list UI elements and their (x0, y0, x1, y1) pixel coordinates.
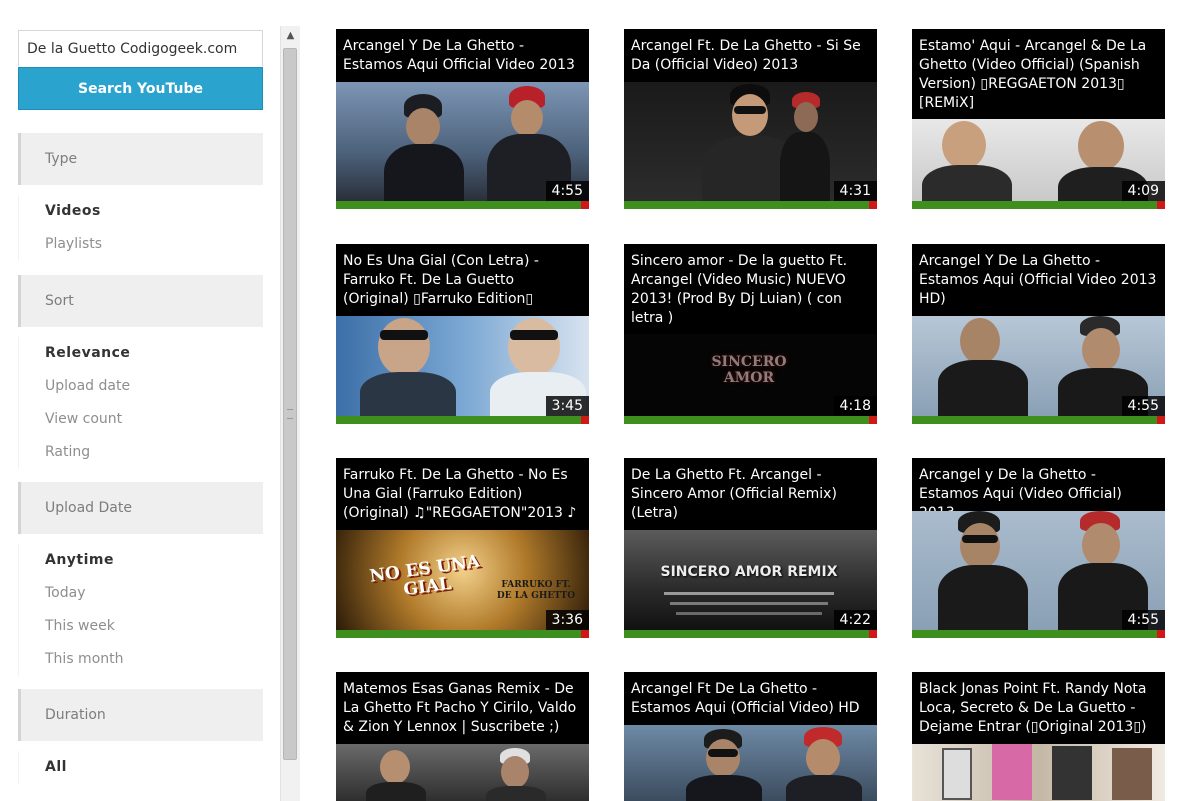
filter-header-sort: Sort (18, 275, 263, 327)
progress-bar-end (581, 416, 589, 424)
thumbnail-poster-text: NO ES UNA GIAL (368, 551, 482, 601)
filter-group-sort: Sort Relevance Upload date View count Ra… (18, 275, 263, 477)
progress-bar (624, 630, 877, 638)
thumbnail-poster-text: SINCERO AMOR (711, 354, 787, 386)
video-card[interactable]: Estamo' Aqui - Arcangel & De La Ghetto (… (912, 29, 1165, 209)
video-title: Estamo' Aqui - Arcangel & De La Ghetto (… (919, 38, 1147, 111)
video-title: Arcangel Ft De La Ghetto - Estamos Aqui … (631, 681, 860, 716)
filter-option-rating[interactable]: Rating (18, 436, 263, 469)
progress-bar-end (1157, 630, 1165, 638)
thumbnail-figure (1112, 748, 1152, 800)
thumbnail-poster-text: SINCERO AMOR REMIX (660, 564, 838, 580)
video-card[interactable]: Arcangel Y De La Ghetto - Estamos Aqui (… (912, 244, 1165, 424)
thumbnail-figure (1052, 746, 1092, 800)
video-thumbnail (912, 744, 1165, 801)
video-title: Arcangel Y De La Ghetto - Estamos Aqui O… (343, 38, 575, 73)
thumbnail-lyric-line (670, 602, 828, 605)
video-duration: 4:55 (1121, 396, 1165, 416)
filter-option-view-count[interactable]: View count (18, 403, 263, 436)
progress-bar-end (869, 630, 877, 638)
video-card[interactable]: No Es Una Gial (Con Letra) - Farruko Ft.… (336, 244, 589, 424)
video-card[interactable]: Sincero amor - De la guetto Ft. Arcangel… (624, 244, 877, 424)
scrollbar-grip-icon (287, 409, 293, 419)
video-card[interactable]: Arcangel Ft. De La Ghetto - Si Se Da (Of… (624, 29, 877, 209)
progress-bar (912, 630, 1165, 638)
video-title: Arcangel Y De La Ghetto - Estamos Aqui (… (919, 253, 1157, 307)
progress-bar (624, 416, 877, 424)
filter-option-this-week[interactable]: This week (18, 610, 263, 643)
progress-bar-end (1157, 416, 1165, 424)
progress-bar-end (1157, 201, 1165, 209)
progress-bar-end (581, 201, 589, 209)
video-duration: 4:09 (1121, 181, 1165, 201)
thumbnail-poster-subtext: FARRUKO FT. DE LA GHETTO (496, 580, 576, 601)
video-card[interactable]: Arcangel Ft De La Ghetto - Estamos Aqui … (624, 672, 877, 801)
video-thumbnail (336, 744, 589, 801)
video-duration: 4:31 (833, 181, 877, 201)
video-title: Matemos Esas Ganas Remix - De La Ghetto … (343, 681, 577, 735)
video-title: Sincero amor - De la guetto Ft. Arcangel… (631, 253, 848, 326)
thumbnail-lyric-line (676, 612, 822, 615)
video-duration: 3:45 (545, 396, 589, 416)
filter-header-duration: Duration (18, 689, 263, 741)
video-title: Black Jonas Point Ft. Randy Nota Loca, S… (919, 681, 1147, 735)
video-card[interactable]: Matemos Esas Ganas Remix - De La Ghetto … (336, 672, 589, 801)
search-input[interactable] (18, 30, 263, 66)
scroll-up-arrow-icon[interactable]: ▲ (281, 26, 300, 44)
filter-option-all[interactable]: All (18, 751, 263, 784)
progress-bar (336, 201, 589, 209)
filter-option-relevance[interactable]: Relevance (18, 337, 263, 370)
filter-option-videos[interactable]: Videos (18, 195, 263, 228)
video-duration: 4:18 (833, 396, 877, 416)
video-title: De La Ghetto Ft. Arcangel - Sincero Amor… (631, 467, 837, 521)
filter-group-type: Type Videos Playlists (18, 133, 263, 269)
thumbnail-figure (942, 748, 972, 800)
video-duration: 4:55 (545, 181, 589, 201)
scrollbar-thumb[interactable] (283, 48, 297, 760)
filter-option-today[interactable]: Today (18, 577, 263, 610)
video-title: Farruko Ft. De La Ghetto - No Es Una Gia… (343, 467, 577, 521)
video-title: No Es Una Gial (Con Letra) - Farruko Ft.… (343, 253, 539, 307)
progress-bar (912, 416, 1165, 424)
filter-option-anytime[interactable]: Anytime (18, 544, 263, 577)
progress-bar (624, 201, 877, 209)
progress-bar (336, 630, 589, 638)
filter-option-playlists[interactable]: Playlists (18, 228, 263, 261)
filter-group-duration: Duration All (18, 689, 263, 792)
video-duration: 3:36 (545, 610, 589, 630)
filter-option-this-month[interactable]: This month (18, 643, 263, 676)
video-thumbnail (624, 725, 877, 801)
sidebar-scrollbar[interactable]: ▲ (280, 26, 300, 801)
video-card[interactable]: Arcangel Y De La Ghetto - Estamos Aqui O… (336, 29, 589, 209)
thumbnail-lyric-line (664, 592, 834, 595)
search-youtube-button[interactable]: Search YouTube (18, 67, 263, 110)
video-card[interactable]: Farruko Ft. De La Ghetto - No Es Una Gia… (336, 458, 589, 638)
video-title: Arcangel Ft. De La Ghetto - Si Se Da (Of… (631, 38, 861, 73)
progress-bar (912, 201, 1165, 209)
filter-header-upload-date: Upload Date (18, 482, 263, 534)
filter-sidebar: Search YouTube Type Videos Playlists Sor… (0, 0, 280, 801)
filter-group-upload-date: Upload Date Anytime Today This week This… (18, 482, 263, 684)
progress-bar (336, 416, 589, 424)
video-card[interactable]: Black Jonas Point Ft. Randy Nota Loca, S… (912, 672, 1165, 801)
progress-bar-end (581, 630, 589, 638)
video-card[interactable]: Arcangel y De la Ghetto - Estamos Aqui (… (912, 458, 1165, 638)
filter-header-type: Type (18, 133, 263, 185)
progress-bar-end (869, 416, 877, 424)
video-duration: 4:22 (833, 610, 877, 630)
filter-option-upload-date[interactable]: Upload date (18, 370, 263, 403)
progress-bar-end (869, 201, 877, 209)
video-card[interactable]: De La Ghetto Ft. Arcangel - Sincero Amor… (624, 458, 877, 638)
video-duration: 4:55 (1121, 610, 1165, 630)
thumbnail-figure (992, 744, 1032, 800)
